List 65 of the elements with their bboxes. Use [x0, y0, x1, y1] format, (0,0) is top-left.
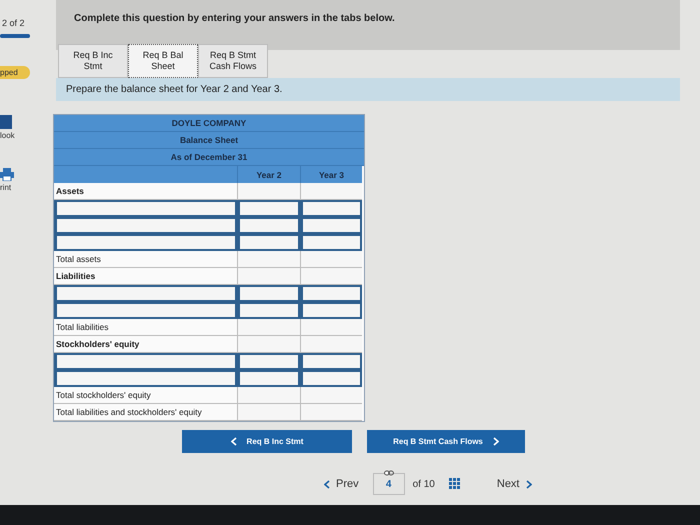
link-icon	[384, 470, 394, 476]
table-cell	[237, 336, 300, 353]
chevron-right-icon	[492, 437, 499, 446]
tab[interactable]: Req B Stmt Cash Flows	[198, 44, 268, 78]
input-field[interactable]	[237, 353, 300, 370]
tool-label[interactable]: look	[0, 131, 15, 140]
nav-button[interactable]: Req B Stmt Cash Flows	[367, 430, 525, 453]
input-field[interactable]	[300, 353, 362, 370]
page-field[interactable]: 4	[372, 473, 405, 495]
input-field[interactable]	[300, 200, 362, 217]
input-field[interactable]	[54, 234, 237, 251]
input-field[interactable]	[300, 285, 362, 302]
table-cell	[300, 183, 362, 200]
table-cell	[237, 268, 300, 285]
input-field[interactable]	[54, 285, 237, 302]
tool-label[interactable]: rint	[0, 183, 12, 192]
row-label: Total liabilities and stockholders' equity	[54, 404, 237, 421]
prev-link[interactable]: Prev	[324, 478, 359, 490]
input-field[interactable]	[300, 370, 362, 387]
prompt-text: Prepare the balance sheet for Year 2 and Year 3.	[66, 84, 282, 95]
input-field[interactable]	[237, 285, 300, 302]
table-cell	[237, 387, 300, 404]
tab[interactable]: Req B Inc Stmt	[58, 44, 128, 78]
table-cell	[237, 319, 300, 336]
input-field[interactable]	[237, 370, 300, 387]
input-field[interactable]	[300, 302, 362, 319]
row-label: Total liabilities	[54, 319, 237, 336]
table-title: DOYLE COMPANY	[172, 118, 246, 128]
input-field[interactable]	[300, 234, 362, 251]
printer-icon	[0, 168, 14, 181]
instruction-text: Complete this question by entering your answers in the tabs below.	[74, 13, 395, 24]
book-icon	[0, 115, 12, 129]
input-field[interactable]	[54, 200, 237, 217]
progress-text: 2 of 2	[1, 18, 26, 28]
chevron-left-icon	[324, 480, 330, 488]
input-field[interactable]	[300, 217, 362, 234]
status-badge: pped	[0, 66, 30, 79]
nav-button[interactable]: Req B Inc Stmt	[182, 430, 352, 453]
input-field[interactable]	[54, 353, 237, 370]
input-field[interactable]	[54, 302, 237, 319]
row-label: Total stockholders' equity	[54, 387, 237, 404]
table-cell	[300, 251, 362, 268]
input-field[interactable]	[237, 302, 300, 319]
chevron-right-icon	[526, 480, 532, 488]
table-cell	[237, 251, 300, 268]
table-cell	[237, 183, 300, 200]
page-total: of 10	[412, 478, 435, 490]
column-header: Year 3	[300, 166, 362, 183]
input-field[interactable]	[54, 370, 237, 387]
table-cell	[300, 319, 362, 336]
column-header: Year 2	[237, 166, 300, 183]
table-title: As of December 31	[170, 152, 248, 162]
chevron-left-icon	[230, 437, 237, 446]
row-label: Total assets	[54, 251, 237, 268]
input-field[interactable]	[237, 217, 300, 234]
input-field[interactable]	[237, 200, 300, 217]
input-field[interactable]	[237, 234, 300, 251]
grid-icon[interactable]	[448, 478, 461, 490]
input-field[interactable]	[54, 217, 237, 234]
next-link[interactable]: Next	[496, 478, 532, 490]
table-cell	[300, 268, 362, 285]
table-cell	[300, 387, 362, 404]
table-cell	[300, 336, 362, 353]
tab[interactable]: Req B Bal Sheet	[128, 44, 198, 78]
table-title: Balance Sheet	[180, 135, 238, 145]
